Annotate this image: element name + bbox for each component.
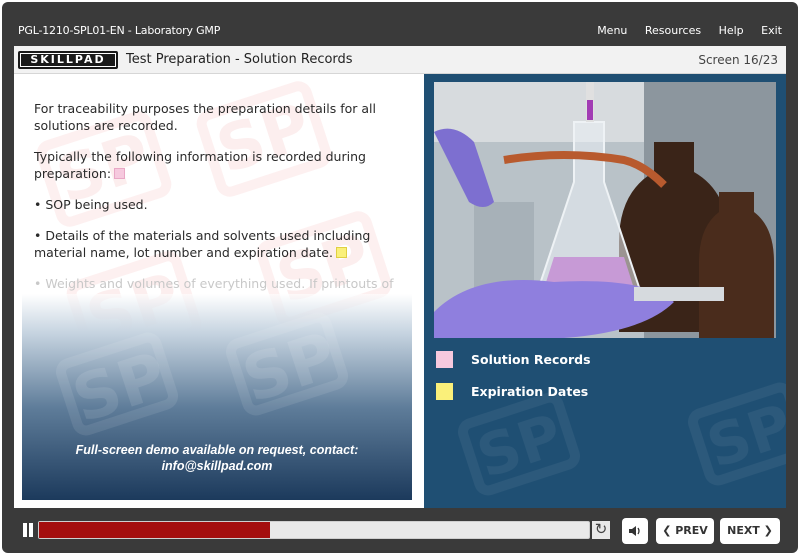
- text-panel: SP SP SP SP For traceability purposes th…: [14, 74, 424, 508]
- screen-header: SKILLPAD Test Preparation - Solution Rec…: [14, 46, 786, 74]
- yellow-swatch-icon: [436, 382, 453, 400]
- lab-photo-illustration: [434, 82, 776, 338]
- expiration-dates-marker: [335, 247, 347, 258]
- legend-item-solution-records[interactable]: Solution Records: [436, 350, 591, 368]
- legend-label: Solution Records: [471, 351, 591, 367]
- skillpad-logo: SKILLPAD: [18, 51, 118, 69]
- demo-contact-email[interactable]: info@skillpad.com: [22, 458, 412, 474]
- prev-button[interactable]: ❮ PREV: [656, 518, 714, 544]
- bullet-item: • Details of the materials and solvents …: [34, 228, 371, 260]
- watermark-logo: SP: [52, 328, 182, 440]
- resources-link[interactable]: Resources: [645, 24, 701, 37]
- bullet-item: • SOP being used.: [34, 197, 148, 212]
- player-controls: ↻ ❮ PREV NEXT ❯: [2, 510, 798, 553]
- legend-label: Expiration Dates: [471, 383, 589, 399]
- replay-icon[interactable]: ↻: [592, 521, 610, 539]
- speaker-icon: [629, 526, 640, 536]
- exit-link[interactable]: Exit: [761, 24, 782, 37]
- watermark-logo: SP: [222, 308, 352, 420]
- lab-flask-photo: [434, 82, 776, 338]
- pause-icon[interactable]: [20, 521, 36, 539]
- demo-notice: Full-screen demo available on request, c…: [22, 442, 412, 474]
- paragraph: Typically the following information is r…: [34, 149, 366, 181]
- top-nav: Menu Resources Help Exit: [583, 24, 782, 37]
- pink-swatch-icon: [436, 350, 453, 368]
- course-title: PGL-1210-SPL01-EN - Laboratory GMP: [18, 24, 221, 37]
- player-frame: PGL-1210-SPL01-EN - Laboratory GMP Menu …: [2, 2, 798, 553]
- body-text: For traceability purposes the preparatio…: [34, 100, 394, 306]
- bullet-item: • Weights and volumes of everything used…: [34, 276, 394, 291]
- demo-overlay: SP SP Full-screen demo available on requ…: [22, 294, 412, 500]
- media-panel: SP SP Solution Records Expiration Dates: [424, 74, 786, 508]
- screen-counter: Screen 16/23: [698, 53, 778, 67]
- content-area: SP SP SP SP For traceability purposes th…: [14, 74, 786, 508]
- page-title: Test Preparation - Solution Records: [126, 52, 353, 67]
- watermark-logo: SP: [684, 378, 786, 490]
- demo-notice-line: Full-screen demo available on request, c…: [75, 443, 359, 457]
- progress-bar[interactable]: [38, 521, 590, 539]
- audio-button[interactable]: [622, 518, 648, 544]
- help-link[interactable]: Help: [719, 24, 744, 37]
- legend: Solution Records Expiration Dates: [436, 350, 591, 414]
- legend-item-expiration-dates[interactable]: Expiration Dates: [436, 382, 591, 400]
- solution-records-marker: [114, 168, 126, 179]
- progress-fill: [39, 522, 270, 538]
- next-button[interactable]: NEXT ❯: [720, 518, 780, 544]
- top-bar: PGL-1210-SPL01-EN - Laboratory GMP Menu …: [2, 2, 798, 44]
- paragraph: For traceability purposes the preparatio…: [34, 101, 376, 133]
- menu-link[interactable]: Menu: [597, 24, 627, 37]
